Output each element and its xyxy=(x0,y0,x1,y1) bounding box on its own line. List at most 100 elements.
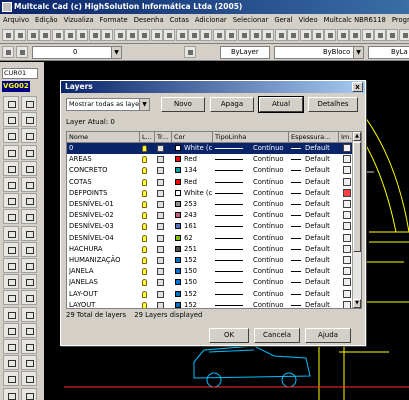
lightbulb-icon[interactable] xyxy=(142,223,147,231)
column-header[interactable]: Cor xyxy=(172,132,213,143)
color-swatch[interactable] xyxy=(175,178,181,185)
toolbar-tool-icon[interactable] xyxy=(324,29,337,41)
freeze-icon[interactable] xyxy=(157,212,164,220)
drawing-tool-icon[interactable] xyxy=(3,241,19,257)
scroll-down-icon[interactable]: ▼ xyxy=(353,299,361,308)
lightbulb-icon[interactable] xyxy=(142,201,147,208)
color-swatch[interactable] xyxy=(175,167,181,174)
menu-item[interactable]: Vizualiza xyxy=(61,14,97,27)
menu-item[interactable]: Adicionar xyxy=(192,14,230,27)
toolbar-tool-icon[interactable] xyxy=(287,29,300,41)
menu-item[interactable]: Arquivo xyxy=(0,14,32,27)
layer-row[interactable]: CONCRETO 134 Contínuo Default xyxy=(67,165,353,176)
printer-icon[interactable] xyxy=(343,166,351,175)
toolbar-tool-icon[interactable] xyxy=(361,29,374,41)
toolbar-tool-icon[interactable] xyxy=(237,29,250,41)
layer-row[interactable]: LAYOUT 152 Contínuo Default xyxy=(67,300,353,308)
freeze-icon[interactable] xyxy=(157,189,164,197)
drawing-tool-icon[interactable] xyxy=(21,306,37,322)
menu-item[interactable]: Edição xyxy=(32,14,61,27)
toolbar-tool-icon[interactable] xyxy=(262,29,275,41)
toolbar-tool-icon[interactable] xyxy=(113,29,126,41)
drawing-tool-icon[interactable] xyxy=(3,306,19,322)
printer-icon[interactable] xyxy=(343,244,351,253)
drawing-tool-icon[interactable] xyxy=(21,225,37,241)
ok-button[interactable]: OK xyxy=(209,328,249,343)
layer-row[interactable]: DESNÍVEL-04 62 Contínuo Default xyxy=(67,233,353,244)
freeze-icon[interactable] xyxy=(157,279,164,287)
lightbulb-icon[interactable] xyxy=(142,234,147,242)
toolbar-tool-icon[interactable] xyxy=(88,29,101,41)
printer-icon[interactable] xyxy=(343,155,351,164)
freeze-icon[interactable] xyxy=(157,156,164,164)
layer-row[interactable]: JANELA 150 Contínuo Default xyxy=(67,266,353,277)
drawing-tool-icon[interactable] xyxy=(3,371,19,387)
lightbulb-icon[interactable] xyxy=(142,268,147,276)
printer-icon[interactable] xyxy=(343,233,351,242)
drawing-tool-icon[interactable] xyxy=(21,290,37,306)
color-swatch[interactable] xyxy=(175,189,181,196)
layer-filter-select[interactable]: Mostrar todas as layers ▼ xyxy=(66,98,150,111)
lightbulb-icon[interactable] xyxy=(142,301,147,308)
drawing-tool-icon[interactable] xyxy=(21,177,37,192)
column-header[interactable]: TipoLinha xyxy=(213,132,289,143)
drawing-tool-icon[interactable] xyxy=(3,290,19,306)
menu-item[interactable]: Selecionar xyxy=(230,14,272,27)
freeze-icon[interactable] xyxy=(157,290,164,298)
toolbar-tool-icon[interactable] xyxy=(349,29,362,41)
freeze-icon[interactable] xyxy=(157,201,164,208)
toolbar-tool-icon[interactable] xyxy=(76,29,89,41)
printer-icon[interactable] xyxy=(343,278,351,287)
drawing-tool-icon[interactable] xyxy=(21,339,37,354)
lightbulb-icon[interactable] xyxy=(142,279,147,287)
column-header[interactable]: Tr... xyxy=(155,132,172,143)
toolbar-tool-icon[interactable] xyxy=(200,29,213,41)
layer-row[interactable]: DESNÍVEL-01 253 Contínuo Default xyxy=(67,199,353,210)
layer-row[interactable]: DESNÍVEL-02 243 Contínuo Default xyxy=(67,210,353,221)
toolbar-tool-icon[interactable] xyxy=(212,29,225,41)
toolbar-tool-icon[interactable] xyxy=(14,29,27,41)
scroll-up-icon[interactable]: ▲ xyxy=(353,132,361,141)
freeze-icon[interactable] xyxy=(157,234,164,242)
drawing-tool-icon[interactable] xyxy=(21,209,37,225)
column-header[interactable]: Espessura... xyxy=(289,132,339,143)
menu-item[interactable]: Desenha xyxy=(131,14,167,27)
color-swatch[interactable] xyxy=(175,223,181,230)
menu-item[interactable]: Formate xyxy=(97,14,131,27)
make-current-icon[interactable] xyxy=(184,46,196,58)
column-header[interactable]: L... xyxy=(140,132,155,143)
drawing-tool-icon[interactable] xyxy=(3,144,19,160)
scroll-thumb[interactable] xyxy=(353,142,361,252)
freeze-icon[interactable] xyxy=(157,145,164,152)
color-swatch[interactable] xyxy=(175,245,181,252)
printer-icon[interactable] xyxy=(343,200,351,208)
new-layer-button[interactable]: Novo xyxy=(161,97,205,112)
drawing-tool-icon[interactable] xyxy=(3,96,19,111)
toolbar-tool-icon[interactable] xyxy=(64,29,76,41)
drawing-tool-icon[interactable] xyxy=(21,96,37,111)
toolbar-tool-icon[interactable] xyxy=(2,29,14,41)
menu-item[interactable]: Multcalc NBR6118 xyxy=(321,14,389,27)
drawing-tool-icon[interactable] xyxy=(3,193,19,209)
freeze-icon[interactable] xyxy=(157,178,164,186)
drawing-tool-icon[interactable] xyxy=(21,387,37,400)
layer-row[interactable]: HACHURA 251 Contínuo Default xyxy=(67,244,353,255)
printer-icon[interactable] xyxy=(343,144,351,152)
menu-item[interactable]: Cotas xyxy=(167,14,192,27)
toolbar-tool-icon[interactable] xyxy=(312,29,324,41)
drawing-tool-icon[interactable] xyxy=(3,274,19,290)
layer-row[interactable]: DEFPOINTS White (c... Contínuo Default xyxy=(67,188,353,199)
chevron-down-icon[interactable]: ▼ xyxy=(139,99,149,110)
color-swatch[interactable] xyxy=(175,234,181,241)
freeze-icon[interactable] xyxy=(157,245,164,253)
layer-row[interactable]: DESNÍVEL-03 161 Contínuo Default xyxy=(67,221,353,232)
drawing-tool-icon[interactable] xyxy=(3,339,19,354)
toolbar-tool-icon[interactable] xyxy=(126,29,138,41)
lightbulb-icon[interactable] xyxy=(142,156,147,164)
color-swatch[interactable] xyxy=(175,301,181,308)
toolbar-tool-icon[interactable] xyxy=(299,29,312,41)
drawing-tool-icon[interactable] xyxy=(3,322,19,338)
layer-state-icon[interactable] xyxy=(16,46,28,58)
linetype-combo[interactable]: ByBloco ▼ xyxy=(274,46,364,59)
drawing-tool-icon[interactable] xyxy=(3,225,19,241)
